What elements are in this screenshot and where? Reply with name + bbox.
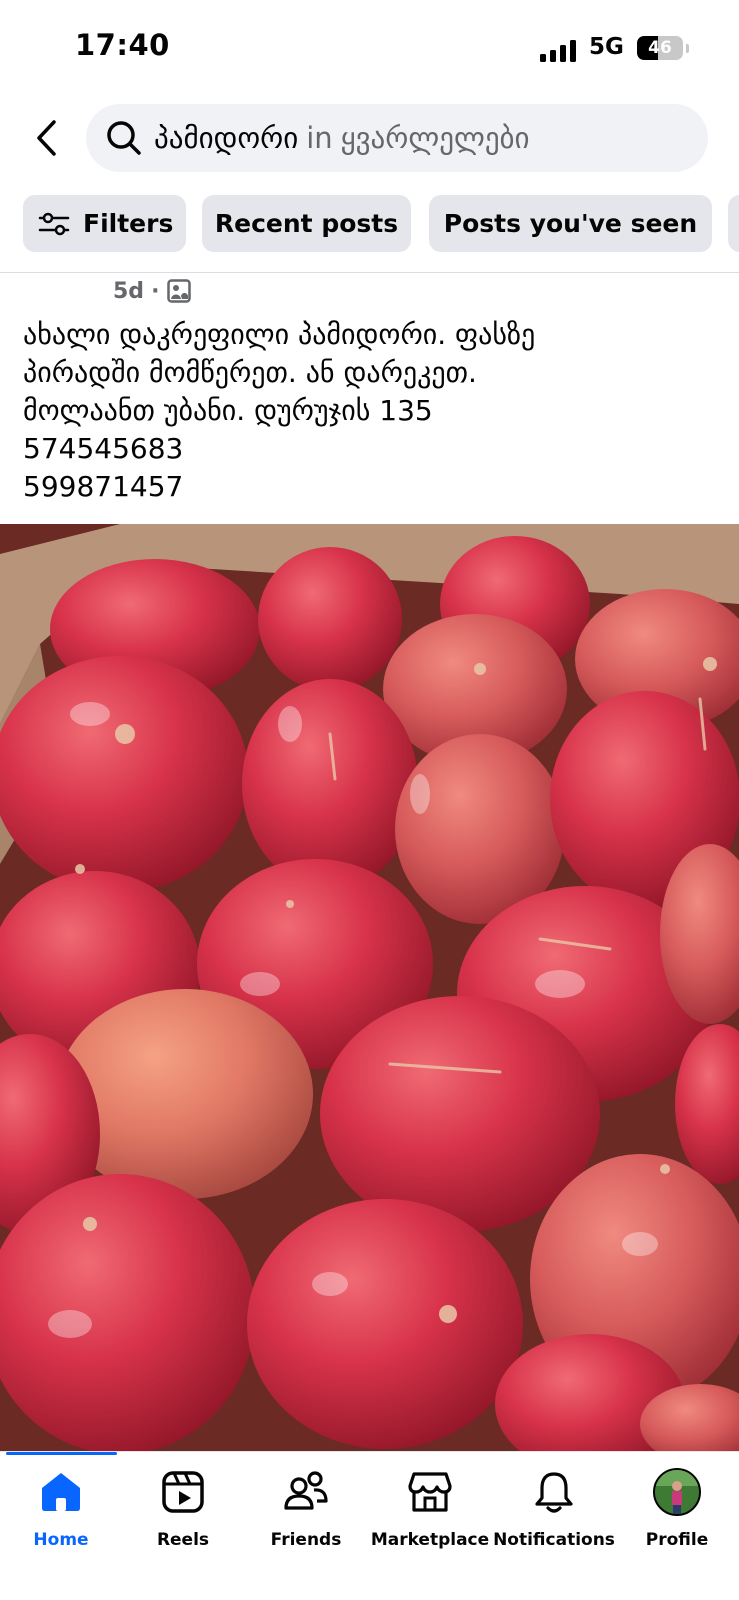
search-icon xyxy=(104,118,144,158)
back-button[interactable] xyxy=(28,116,64,160)
battery-cap xyxy=(686,44,689,53)
nav-profile-label: Profile xyxy=(645,1530,709,1550)
filters-label: Filters xyxy=(83,209,174,238)
post-text-line: ახალი დაკრეფილი პამიდორი. ფასზე xyxy=(23,318,536,351)
search-query: პამიდორი xyxy=(154,121,299,155)
network-type: 5G xyxy=(589,34,624,60)
post-text-line: 599871457 xyxy=(23,470,184,503)
chevron-left-icon xyxy=(37,120,56,156)
filter-chips: Filters Recent posts Posts you've seen xyxy=(23,195,739,253)
nav-reels[interactable]: Reels xyxy=(122,1466,244,1566)
marketplace-icon xyxy=(406,1468,454,1516)
nav-friends-label: Friends xyxy=(270,1530,342,1550)
reels-icon xyxy=(159,1468,207,1516)
post-image[interactable] xyxy=(0,524,739,1451)
nav-profile[interactable]: Profile xyxy=(616,1466,738,1566)
nav-home[interactable]: Home xyxy=(0,1466,122,1566)
active-tab-indicator xyxy=(6,1452,117,1455)
status-time: 17:40 xyxy=(75,28,170,62)
home-icon xyxy=(37,1468,85,1516)
post-text-line: მოლაანთ უბანი. დურუჯის 135 xyxy=(23,394,433,427)
status-bar: 17:40 5G 46 xyxy=(0,0,739,96)
nav-marketplace-label: Marketplace xyxy=(370,1530,490,1550)
more-filters-chip[interactable] xyxy=(728,195,739,252)
post-text-line: პირადში მომწერეთ. ან დარეკეთ. xyxy=(23,356,477,389)
tomatoes-photo xyxy=(0,524,739,1451)
nav-friends[interactable]: Friends xyxy=(245,1466,367,1566)
nav-home-label: Home xyxy=(33,1530,89,1550)
posts-seen-chip[interactable]: Posts you've seen xyxy=(429,195,712,252)
post-text-line: 574545683 xyxy=(23,432,184,465)
battery-percent: 46 xyxy=(648,38,672,58)
friends-icon xyxy=(282,1468,330,1516)
bell-icon xyxy=(530,1468,578,1516)
cellular-signal-icon xyxy=(540,38,578,62)
sliders-icon xyxy=(37,207,71,241)
profile-icon-wrap xyxy=(653,1468,701,1516)
divider xyxy=(0,272,739,273)
search-input[interactable]: პამიდორი in ყვარლელები xyxy=(154,121,530,155)
nav-notifications-label: Notifications xyxy=(493,1530,615,1550)
bottom-nav: Home Reels Friends Marketplace Notificat… xyxy=(0,1451,739,1600)
search-in-label: in xyxy=(306,121,333,155)
filters-chip[interactable]: Filters xyxy=(23,195,186,252)
search-group-name: ყვარლელები xyxy=(340,121,530,155)
search-bar[interactable]: პამიდორი in ყვარლელები xyxy=(86,104,708,172)
recent-posts-chip[interactable]: Recent posts xyxy=(202,195,411,252)
post-text: ახალი დაკრეფილი პამიდორი. ფასზე პირადში … xyxy=(23,316,723,506)
nav-reels-label: Reels xyxy=(156,1530,210,1550)
photo-icon xyxy=(166,278,192,304)
avatar xyxy=(653,1468,701,1516)
post-time[interactable]: 5d xyxy=(113,279,144,304)
post-meta: 5d · xyxy=(113,276,192,306)
battery-icon: 46 xyxy=(637,36,683,60)
meta-separator: · xyxy=(151,278,160,304)
nav-marketplace[interactable]: Marketplace xyxy=(369,1466,491,1566)
nav-notifications[interactable]: Notifications xyxy=(493,1466,615,1566)
